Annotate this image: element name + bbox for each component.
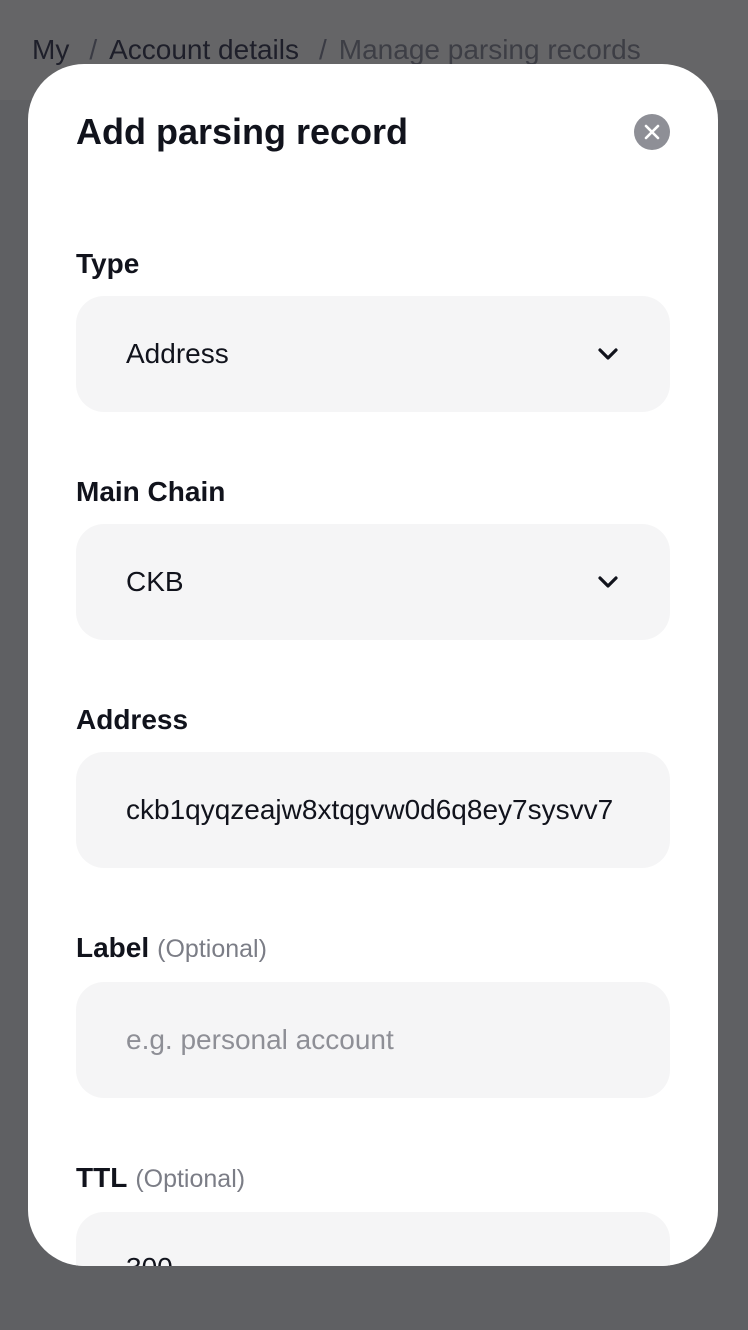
close-button[interactable]	[634, 114, 670, 150]
ttl-input[interactable]: 300	[76, 1212, 670, 1266]
address-label-text: Address	[76, 704, 189, 735]
main-chain-label-text: Main Chain	[76, 476, 226, 507]
label-field-label-text: Label	[76, 932, 150, 963]
breadcrumb-my[interactable]: My	[32, 34, 69, 65]
chevron-down-icon	[596, 342, 620, 366]
type-label-text: Type	[76, 248, 140, 279]
label-input[interactable]: e.g. personal account	[76, 982, 670, 1098]
add-parsing-record-modal: Add parsing record Type Address Main Cha…	[28, 64, 718, 1266]
chevron-down-icon	[596, 570, 620, 594]
main-chain-select[interactable]: CKB	[76, 524, 670, 640]
address-input-value: ckb1qyqzeajw8xtqgvw0d6q8ey7sysvv7	[126, 794, 614, 825]
ttl-label-text: TTL	[76, 1162, 128, 1193]
type-label: Type	[76, 246, 139, 282]
ttl-optional-hint: (Optional)	[135, 1165, 246, 1193]
breadcrumb-account-details[interactable]: Account details	[109, 34, 299, 65]
modal-title: Add parsing record	[76, 111, 409, 152]
breadcrumb-manage-parsing-records: Manage parsing records	[338, 34, 641, 65]
breadcrumb-separator: /	[89, 34, 98, 65]
main-chain-select-value: CKB	[126, 566, 184, 597]
type-select-value: Address	[126, 338, 229, 369]
ttl-label: TTL (Optional)	[76, 1160, 245, 1197]
type-select[interactable]: Address	[76, 296, 670, 412]
breadcrumb-separator: /	[319, 34, 327, 65]
label-optional-hint: (Optional)	[157, 935, 267, 963]
ttl-input-value: 300	[126, 1252, 620, 1266]
address-input[interactable]: ckb1qyqzeajw8xtqgvw0d6q8ey7sysvv7	[76, 752, 670, 868]
address-label: Address	[76, 702, 188, 738]
label-input-placeholder: e.g. personal account	[126, 1024, 394, 1055]
main-chain-label: Main Chain	[76, 474, 225, 510]
close-icon	[644, 124, 660, 140]
label-field-label: Label (Optional)	[76, 930, 267, 967]
